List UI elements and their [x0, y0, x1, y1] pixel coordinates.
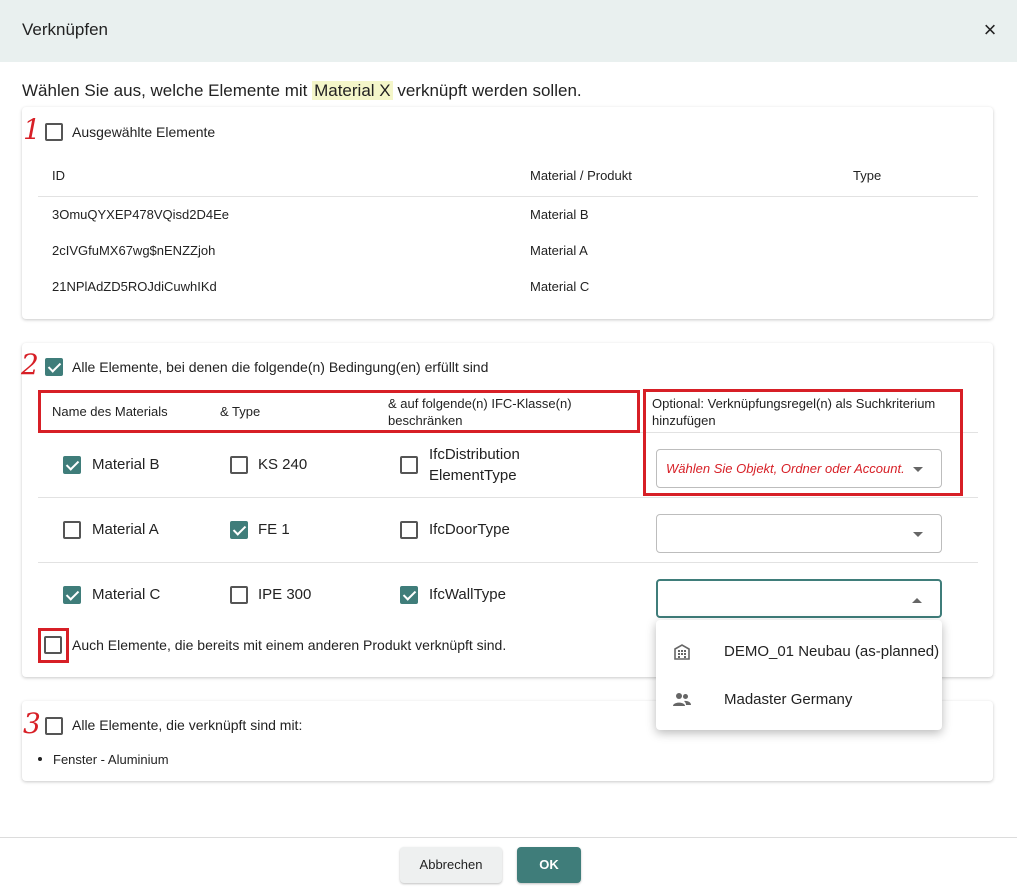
type-label: FE 1 [258, 521, 290, 538]
link-rule-select[interactable]: Wählen Sie Objekt, Ordner oder Account. [656, 449, 942, 488]
ifc-class-label-line1: IfcDistribution [429, 446, 520, 463]
link-rule-dropdown-menu: DEMO_01 Neubau (as-planned) Madaster Ger… [656, 620, 942, 730]
ifc-class-label-line1: IfcWallType [429, 586, 506, 603]
also-linked-checkbox[interactable] [44, 636, 62, 654]
intro-text: Wählen Sie aus, welche Elemente mit Mate… [22, 81, 582, 101]
chevron-down-icon [913, 467, 923, 472]
annotation-marker-2: 2 [21, 348, 39, 381]
column-header-ifc-line1: & auf folgende(n) IFC-Klasse(n) [388, 396, 572, 411]
type-checkbox[interactable] [230, 586, 248, 604]
type-label: KS 240 [258, 456, 308, 473]
type-checkbox[interactable] [230, 456, 248, 474]
close-icon[interactable]: × [978, 18, 1002, 42]
column-header-material-name: Name des Materials [52, 404, 168, 419]
material-label: Material B [92, 456, 160, 473]
link-rule-select[interactable] [656, 579, 942, 618]
material-checkbox[interactable] [63, 521, 81, 539]
column-header-rule-line2: hinzufügen [652, 413, 716, 428]
column-header-rule-line1: Optional: Verknüpfungsregel(n) als Suchk… [652, 396, 936, 411]
table-row-id: 2cIVGfuMX67wg$nENZZjoh [52, 243, 216, 258]
row-divider [38, 562, 978, 563]
linked-with-checkbox[interactable] [45, 717, 63, 735]
ifc-class-checkbox[interactable] [400, 586, 418, 604]
dropdown-option-label: DEMO_01 Neubau (as-planned) [724, 643, 940, 660]
row-divider [38, 497, 978, 498]
column-header-id: ID [52, 168, 65, 183]
ifc-class-checkbox[interactable] [400, 456, 418, 474]
chevron-down-icon [913, 532, 923, 537]
dialog-title: Verknüpfen [22, 20, 109, 39]
intro-suffix: verknüpft werden sollen. [392, 81, 582, 100]
table-row-material: Material B [530, 207, 589, 222]
column-header-type: & Type [220, 404, 261, 419]
building-icon [674, 644, 690, 660]
chevron-up-icon [912, 598, 922, 603]
annotation-marker-3: 3 [23, 707, 41, 740]
conditions-label: Alle Elemente, bei denen die folgende(n)… [72, 359, 489, 375]
list-bullet [38, 757, 42, 761]
conditions-checkbox[interactable] [45, 358, 63, 376]
selected-elements-label: Ausgewählte Elemente [72, 124, 216, 140]
ifc-class-label-line2: ElementType [429, 467, 517, 484]
type-label: IPE 300 [258, 586, 312, 603]
dropdown-option[interactable]: Madaster Germany [656, 676, 942, 724]
annotation-marker-1: 1 [23, 113, 41, 146]
material-checkbox[interactable] [63, 586, 81, 604]
conditions-header-divider [38, 432, 978, 433]
link-rule-select[interactable] [656, 514, 942, 553]
material-checkbox[interactable] [63, 456, 81, 474]
table-row-id: 21NPlAdZD5ROJdiCuwhIKd [52, 279, 217, 294]
column-header-material: Material / Produkt [530, 168, 632, 183]
ifc-class-checkbox[interactable] [400, 521, 418, 539]
column-header-ifc-line2: beschränken [388, 413, 463, 428]
also-linked-label: Auch Elemente, die bereits mit einem and… [72, 637, 507, 653]
cancel-button[interactable]: Abbrechen [400, 847, 502, 883]
linked-item: Fenster - Aluminium [53, 752, 169, 767]
column-header-type: Type [853, 168, 882, 183]
intro-prefix: Wählen Sie aus, welche Elemente mit [22, 81, 313, 100]
table-header-divider [38, 196, 978, 197]
selected-elements-checkbox[interactable] [45, 123, 63, 141]
material-label: Material C [92, 586, 161, 603]
intro-material-highlight: Material X [312, 81, 393, 100]
ifc-class-label-line1: IfcDoorType [429, 521, 510, 538]
footer-divider [0, 837, 1017, 838]
table-row-material: Material A [530, 243, 588, 258]
ok-button[interactable]: OK [517, 847, 581, 883]
table-row-id: 3OmuQYXEP478VQisd2D4Ee [52, 207, 230, 222]
linked-with-label: Alle Elemente, die verknüpft sind mit: [72, 717, 303, 733]
dropdown-option-label: Madaster Germany [724, 691, 853, 708]
link-rule-placeholder: Wählen Sie Objekt, Ordner oder Account. [666, 461, 905, 476]
people-icon [673, 693, 691, 706]
dropdown-option[interactable]: DEMO_01 Neubau (as-planned) [656, 628, 942, 676]
table-row-material: Material C [530, 279, 590, 294]
type-checkbox[interactable] [230, 521, 248, 539]
material-label: Material A [92, 521, 159, 538]
dialog-header: Verknüpfen × [0, 0, 1017, 62]
